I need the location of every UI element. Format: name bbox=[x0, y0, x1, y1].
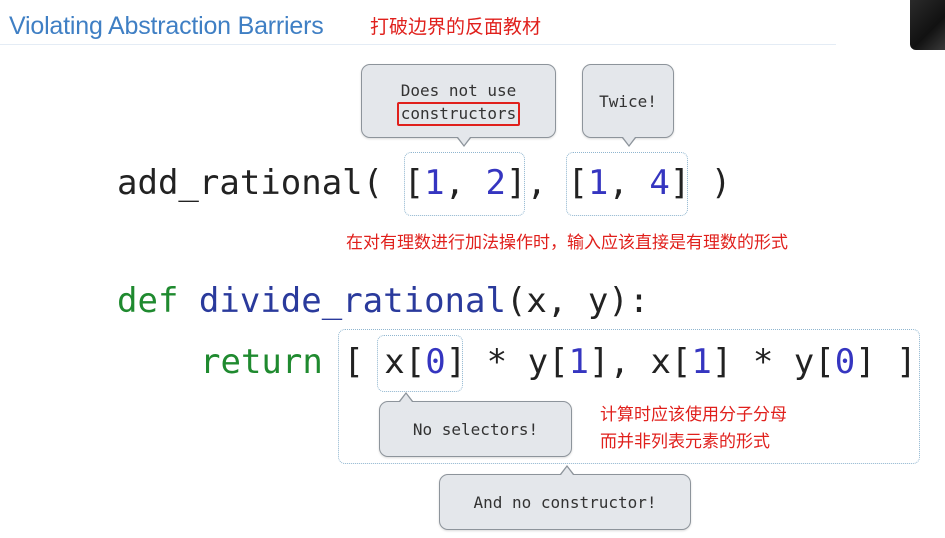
code-line-def: def divide_rational(x, y): bbox=[117, 281, 650, 321]
return-keyword: return bbox=[200, 342, 323, 382]
line1-annotation: 在对有理数进行加法操作时，输入应该直接是有理数的形式 bbox=[346, 233, 788, 253]
code-line-add-rational: add_rational( [1, 2], [1, 4] ) bbox=[117, 163, 732, 203]
bubble-tail bbox=[399, 392, 413, 402]
bubble-no-constructor-text: And no constructor! bbox=[473, 493, 657, 512]
bubble-no-selectors: No selectors! bbox=[379, 392, 572, 457]
bubble-tail bbox=[622, 137, 636, 147]
bubble-twice-text: Twice! bbox=[599, 92, 657, 111]
def-keyword: def bbox=[117, 281, 179, 321]
title-annotation: 打破边界的反面教材 bbox=[370, 16, 542, 38]
function-name: add_rational bbox=[117, 163, 363, 203]
bubble-tail bbox=[560, 465, 574, 475]
slide-title: Violating Abstraction Barriers bbox=[9, 12, 324, 40]
bubble-selectors-text: No selectors! bbox=[412, 420, 539, 439]
line3-annotation-1: 计算时应该使用分子分母 bbox=[600, 405, 787, 425]
line3-annotation-2: 而并非列表元素的形式 bbox=[600, 432, 770, 452]
bubble-no-constructor: And no constructor! bbox=[439, 465, 691, 530]
function-name: divide_rational bbox=[198, 281, 506, 321]
constructors-highlight: constructors bbox=[396, 102, 521, 126]
bubble-twice: Twice! bbox=[582, 64, 674, 147]
bubble-tail bbox=[457, 137, 471, 147]
presenter-video-thumbnail bbox=[910, 0, 945, 50]
code-line-return: return [ x[0] * y[1], x[1] * y[0] ] bbox=[200, 342, 917, 382]
title-divider bbox=[0, 44, 836, 45]
bubble-text-line1: Does not use bbox=[400, 81, 517, 100]
bubble-does-not-use-constructors: Does not use constructors bbox=[361, 64, 556, 147]
